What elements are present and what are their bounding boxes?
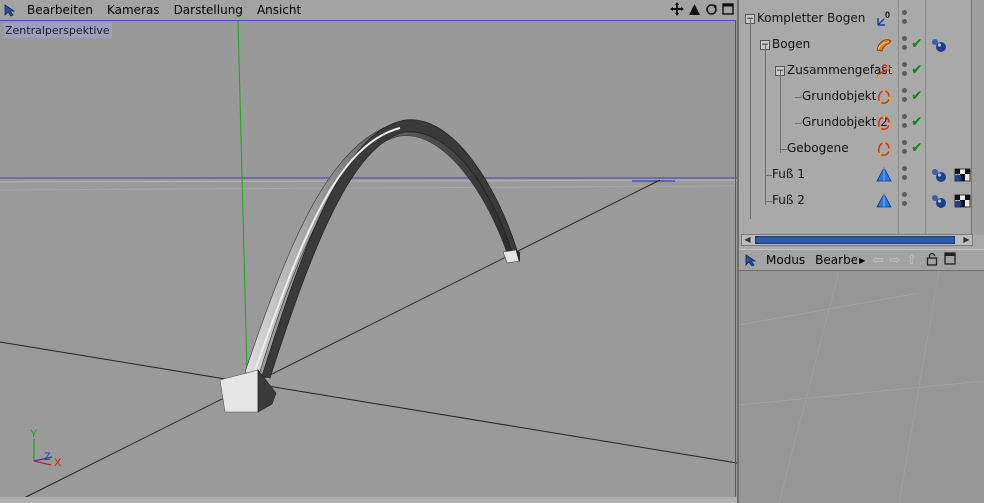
sweep-nurbs-icon xyxy=(875,36,893,54)
tree-guide-line xyxy=(780,71,781,153)
menu-bearbeiten[interactable]: Bearbeiten xyxy=(20,0,100,20)
tree-connector xyxy=(795,97,802,98)
object-name[interactable]: Gebogene xyxy=(787,141,849,155)
menu-kameras[interactable]: Kameras xyxy=(100,0,167,20)
attribute-manager-panel: Modus Bearbeiten ▶ ⇦ ⇨ ⇧ xyxy=(737,249,984,503)
back-icon[interactable]: ⇦ xyxy=(872,253,883,268)
viewport-statusbar xyxy=(0,497,737,503)
object-name[interactable]: Fuß 1 xyxy=(772,167,805,181)
polygon-object-icon xyxy=(875,192,893,210)
forward-icon[interactable]: ⇨ xyxy=(889,253,900,268)
scroll-left-icon[interactable]: ◀ xyxy=(742,235,753,245)
rotate-view-icon[interactable] xyxy=(704,1,718,17)
maximize-view-icon[interactable] xyxy=(721,1,735,17)
scroll-right-icon[interactable]: ▶ xyxy=(961,235,972,245)
tree-row[interactable]: −Kompletter Bogen0 xyxy=(739,6,984,32)
viewport-panel[interactable]: Bearbeiten Kameras Darstellung Ansicht Y… xyxy=(0,0,737,503)
material-tag-icon[interactable] xyxy=(929,192,949,210)
cursor-arrow-icon[interactable] xyxy=(741,250,761,270)
circle-spline-icon xyxy=(875,88,893,106)
tree-row[interactable]: −Zusammengefast✔ xyxy=(739,58,984,84)
object-vertical-scrollbar[interactable] xyxy=(971,0,984,235)
circle-spline-icon xyxy=(875,114,893,132)
enabled-check-icon[interactable]: ✔ xyxy=(911,36,923,52)
tree-connector xyxy=(765,175,772,176)
more-arrow-icon[interactable]: ▶ xyxy=(859,256,865,265)
tree-row[interactable]: Grundobjekt 2 ✔ xyxy=(739,110,984,136)
visibility-dots-icon[interactable] xyxy=(902,62,908,80)
visibility-dots-icon[interactable] xyxy=(902,166,908,184)
menu-bearbeiten[interactable]: Bearbeiten xyxy=(810,253,857,267)
tree-connector xyxy=(795,123,802,124)
tree-guide-line xyxy=(750,19,751,219)
tree-row[interactable]: −Bogen✔ xyxy=(739,32,984,58)
viewport-nav-tools xyxy=(670,1,735,17)
tree-row[interactable]: Gebogene ✔ xyxy=(739,136,984,162)
up-icon[interactable]: ⇧ xyxy=(906,253,917,268)
visibility-dots-icon[interactable] xyxy=(902,114,908,132)
viewport-menubar: Bearbeiten Kameras Darstellung Ansicht xyxy=(0,0,737,20)
svg-text:0: 0 xyxy=(885,10,890,20)
attribute-body xyxy=(739,270,984,503)
enabled-check-icon[interactable]: ✔ xyxy=(911,140,923,156)
object-name[interactable]: Bogen xyxy=(772,37,810,51)
polygon-object-icon xyxy=(875,166,893,184)
material-tag-icon[interactable] xyxy=(929,166,949,184)
circle-spline-icon xyxy=(875,140,893,158)
object-horizontal-scrollbar[interactable]: ◀ ▶ xyxy=(741,234,973,246)
new-window-icon[interactable] xyxy=(944,252,956,268)
menu-darstellung[interactable]: Darstellung xyxy=(167,0,250,20)
scrollbar-thumb[interactable] xyxy=(755,236,955,244)
cursor-arrow-icon[interactable] xyxy=(0,0,20,20)
texture-tag-icon[interactable] xyxy=(953,166,973,184)
visibility-dots-icon[interactable] xyxy=(902,88,908,106)
texture-tag-icon[interactable] xyxy=(953,192,973,210)
attribute-toolbar: Modus Bearbeiten ▶ ⇦ ⇨ ⇧ xyxy=(739,249,984,271)
view-mode-label: Zentralperspektive xyxy=(3,23,112,38)
tree-row[interactable]: Fuß 2 xyxy=(739,188,984,214)
tree-connector xyxy=(765,201,772,202)
move-view-icon[interactable] xyxy=(670,1,684,17)
enabled-check-icon[interactable]: ✔ xyxy=(911,114,923,130)
tree-row[interactable]: Grundobjekt ✔ xyxy=(739,84,984,110)
enabled-check-icon[interactable]: ✔ xyxy=(911,88,923,104)
visibility-dots-icon[interactable] xyxy=(902,192,908,210)
visibility-dots-icon[interactable] xyxy=(902,140,908,158)
spline-icon xyxy=(875,62,893,80)
menu-ansicht[interactable]: Ansicht xyxy=(250,0,308,20)
tree-row[interactable]: Fuß 1 xyxy=(739,162,984,188)
object-name[interactable]: Fuß 2 xyxy=(772,193,805,207)
lock-icon[interactable] xyxy=(926,252,938,269)
tree-connector xyxy=(780,149,787,150)
object-name[interactable]: Grundobjekt xyxy=(802,89,876,103)
object-manager-panel: −Kompletter Bogen0−Bogen✔−Zusammengefast… xyxy=(737,0,984,249)
visibility-dots-icon[interactable] xyxy=(902,10,908,28)
visibility-dots-icon[interactable] xyxy=(902,36,908,54)
enabled-check-icon[interactable]: ✔ xyxy=(911,62,923,78)
menu-modus[interactable]: Modus xyxy=(761,253,810,267)
zoom-view-icon[interactable] xyxy=(687,1,701,17)
object-name[interactable]: Kompletter Bogen xyxy=(757,11,865,25)
tree-guide-line xyxy=(765,45,766,205)
viewport-frame xyxy=(0,20,736,503)
material-tag-icon[interactable] xyxy=(929,36,949,54)
null-object-icon: 0 xyxy=(875,10,893,28)
